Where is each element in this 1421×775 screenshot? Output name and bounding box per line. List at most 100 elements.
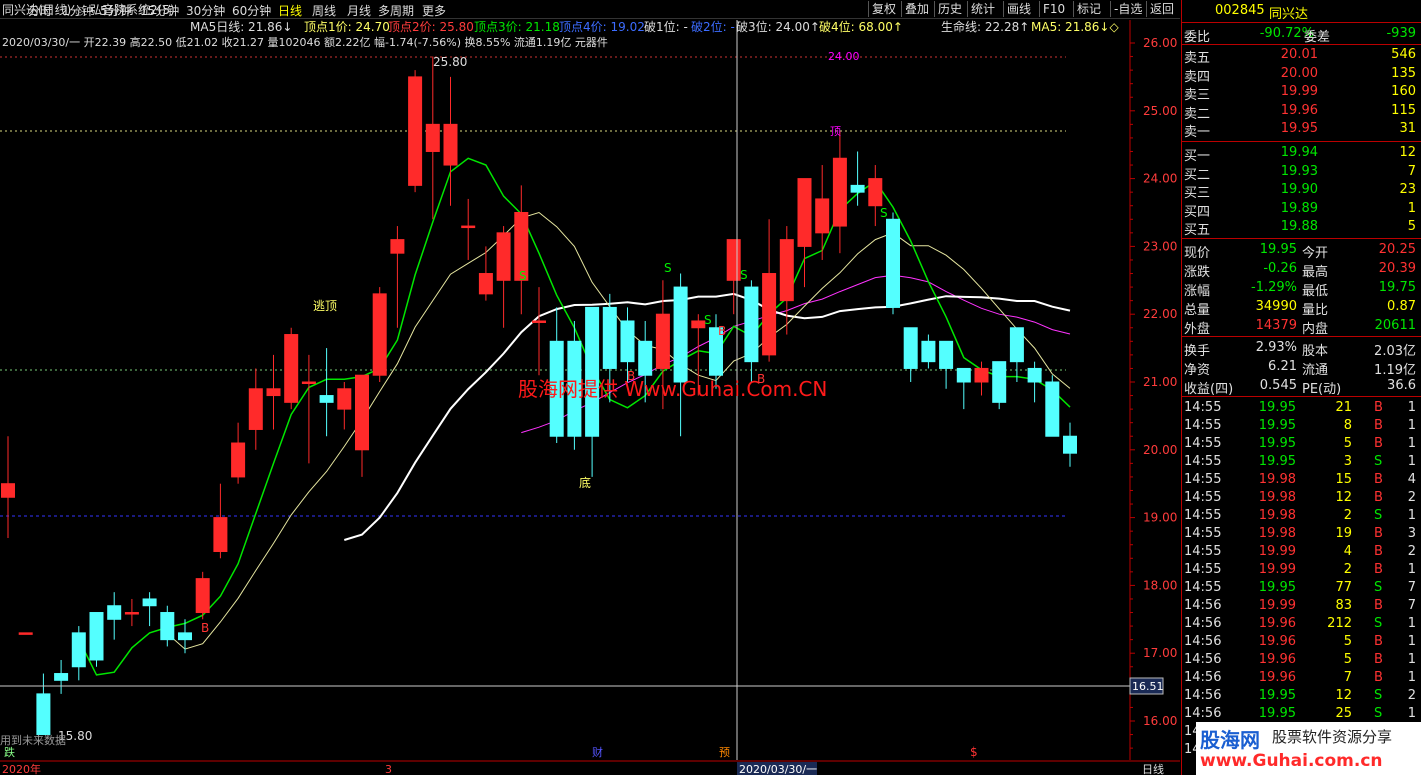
watermark-url: www.Guhai.com.cn: [1200, 751, 1383, 771]
candle: [779, 226, 794, 335]
ask-volume: 115: [1391, 102, 1416, 118]
stat2-row: 换手 2.93% 股本 2.03亿: [1182, 339, 1421, 359]
ask-row: 卖二 19.96 115: [1182, 102, 1421, 122]
weicha-value: -939: [1386, 26, 1416, 41]
watermark-logo-text: 股海网: [1200, 728, 1260, 752]
candle: [71, 626, 86, 681]
tick-time: 14:55: [1184, 544, 1222, 559]
tick-side: B: [1374, 634, 1383, 649]
bid-row: 买四 19.89 1: [1182, 200, 1421, 220]
tick-price: 19.95: [1258, 400, 1296, 415]
tick-time: 14:56: [1184, 616, 1222, 631]
tick-row: 14:55 19.95 5 B 1: [1182, 435, 1421, 453]
tick-side: S: [1374, 688, 1383, 703]
candle: [89, 612, 104, 667]
tick-count: 1: [1407, 400, 1416, 415]
tick-price: 19.98: [1258, 490, 1296, 505]
tick-price: 19.96: [1258, 634, 1296, 649]
ask-price: 19.96: [1280, 102, 1318, 118]
tick-volume: 5: [1343, 652, 1352, 667]
stat2-value: 1.19亿: [1374, 363, 1416, 378]
candle: [726, 239, 741, 315]
stat2-label: 收益(四): [1184, 382, 1234, 397]
tick-row: 14:55 19.99 2 B 1: [1182, 561, 1421, 579]
quote-panel: 002845 同兴达 委比 -90.72% 委差 -939 卖五 20.01 546 卖四 20.0…: [1181, 0, 1421, 775]
tick-row: 14:55 19.99 4 B 2: [1182, 543, 1421, 561]
tick-volume: 8: [1343, 418, 1352, 433]
candle: [301, 354, 316, 464]
tick-row: 14:56 19.95 12 S 2: [1182, 687, 1421, 705]
tick-count: 7: [1407, 580, 1416, 595]
kline-chart[interactable]: 26.00 25.00 24.00 23.00 22.00 21.00 20.00 19.00…: [0, 0, 1180, 775]
label-top-partial: 24.00: [828, 50, 860, 63]
tick-row: 14:55 19.98 12 B 2: [1182, 489, 1421, 507]
mark-dollar: $: [970, 745, 978, 759]
y-tick-label: 19.00: [1143, 511, 1177, 525]
tick-row: 14:55 19.98 15 B 4: [1182, 471, 1421, 489]
watermark-slogan: 股票软件资源分享: [1272, 728, 1393, 746]
weicha-label: 委差: [1304, 30, 1331, 45]
tick-side: S: [1374, 508, 1383, 523]
tick-row: 14:56 19.96 5 B 1: [1182, 651, 1421, 669]
tick-price: 19.96: [1258, 616, 1296, 631]
tick-price: 19.95: [1258, 436, 1296, 451]
bid-row: 买一 19.94 12: [1182, 144, 1421, 164]
ask-volume: 546: [1391, 47, 1416, 62]
candle: [319, 348, 334, 437]
candle: [1027, 361, 1042, 403]
candle: [425, 56, 440, 220]
tick-time: 14:55: [1184, 508, 1222, 523]
stat2-label: 股本: [1302, 344, 1329, 359]
tick-price: 19.98: [1258, 526, 1296, 541]
trade-marker-b: B: [627, 369, 635, 383]
trade-marker-b: B: [757, 372, 765, 386]
ma-white-line: [344, 292, 1071, 541]
tick-time: 14:56: [1184, 706, 1222, 721]
system-name: 弘音院系统2(5): [90, 2, 175, 17]
bid-row: 买五 19.88 5: [1182, 218, 1421, 238]
candle: [1, 436, 15, 538]
ask-row: 卖五 20.01 546: [1182, 46, 1421, 66]
tick-side: S: [1374, 706, 1383, 721]
ask-volume: 31: [1399, 121, 1416, 136]
ask-volume: 135: [1391, 65, 1416, 81]
stat2-row: 收益(四) 0.545 PE(动) 36.6: [1182, 377, 1421, 397]
tick-row: 14:55 19.95 3 S 1: [1182, 453, 1421, 471]
legend-po3: 破3位: 24.00↑: [736, 19, 820, 34]
tick-price: 19.96: [1258, 670, 1296, 685]
trade-marker-s: S: [519, 269, 527, 283]
candle: [195, 571, 210, 620]
candle: [939, 340, 954, 389]
tick-side: B: [1374, 544, 1383, 559]
candle: [832, 131, 847, 254]
tick-side: B: [1374, 436, 1383, 451]
tick-count: 1: [1407, 706, 1416, 721]
candle: [992, 361, 1007, 410]
stat-value: 19.95: [1259, 242, 1297, 257]
label-escape-top: 逃顶: [313, 299, 337, 313]
tick-volume: 77: [1335, 580, 1352, 595]
bid-label: 买五: [1184, 223, 1211, 238]
candle: [886, 212, 900, 315]
candle: [142, 592, 157, 627]
candle: [956, 367, 971, 410]
stat-label: 外盘: [1184, 322, 1211, 337]
candle: [266, 354, 281, 430]
trade-marker-s: S: [664, 261, 672, 275]
tick-time: 14:55: [1184, 418, 1222, 433]
stat-row: 涨幅 -1.29% 最低 19.75: [1182, 279, 1421, 299]
y-tick-label: 21.00: [1143, 375, 1177, 389]
tick-volume: 12: [1335, 688, 1352, 703]
weibi-label: 委比: [1184, 30, 1211, 45]
x-label-month: 3: [385, 763, 392, 775]
stat-label: 总量: [1184, 303, 1211, 318]
tick-count: 1: [1407, 436, 1416, 451]
tick-count: 1: [1407, 634, 1416, 649]
candle: [903, 327, 918, 382]
stat-value: 20.39: [1378, 261, 1416, 276]
tick-volume: 15: [1335, 472, 1352, 487]
bid-row: 买三 19.90 23: [1182, 181, 1421, 201]
tick-time: 14:55: [1184, 562, 1222, 577]
candle: [231, 422, 246, 484]
stat-row: 现价 19.95 今开 20.25: [1182, 241, 1421, 261]
